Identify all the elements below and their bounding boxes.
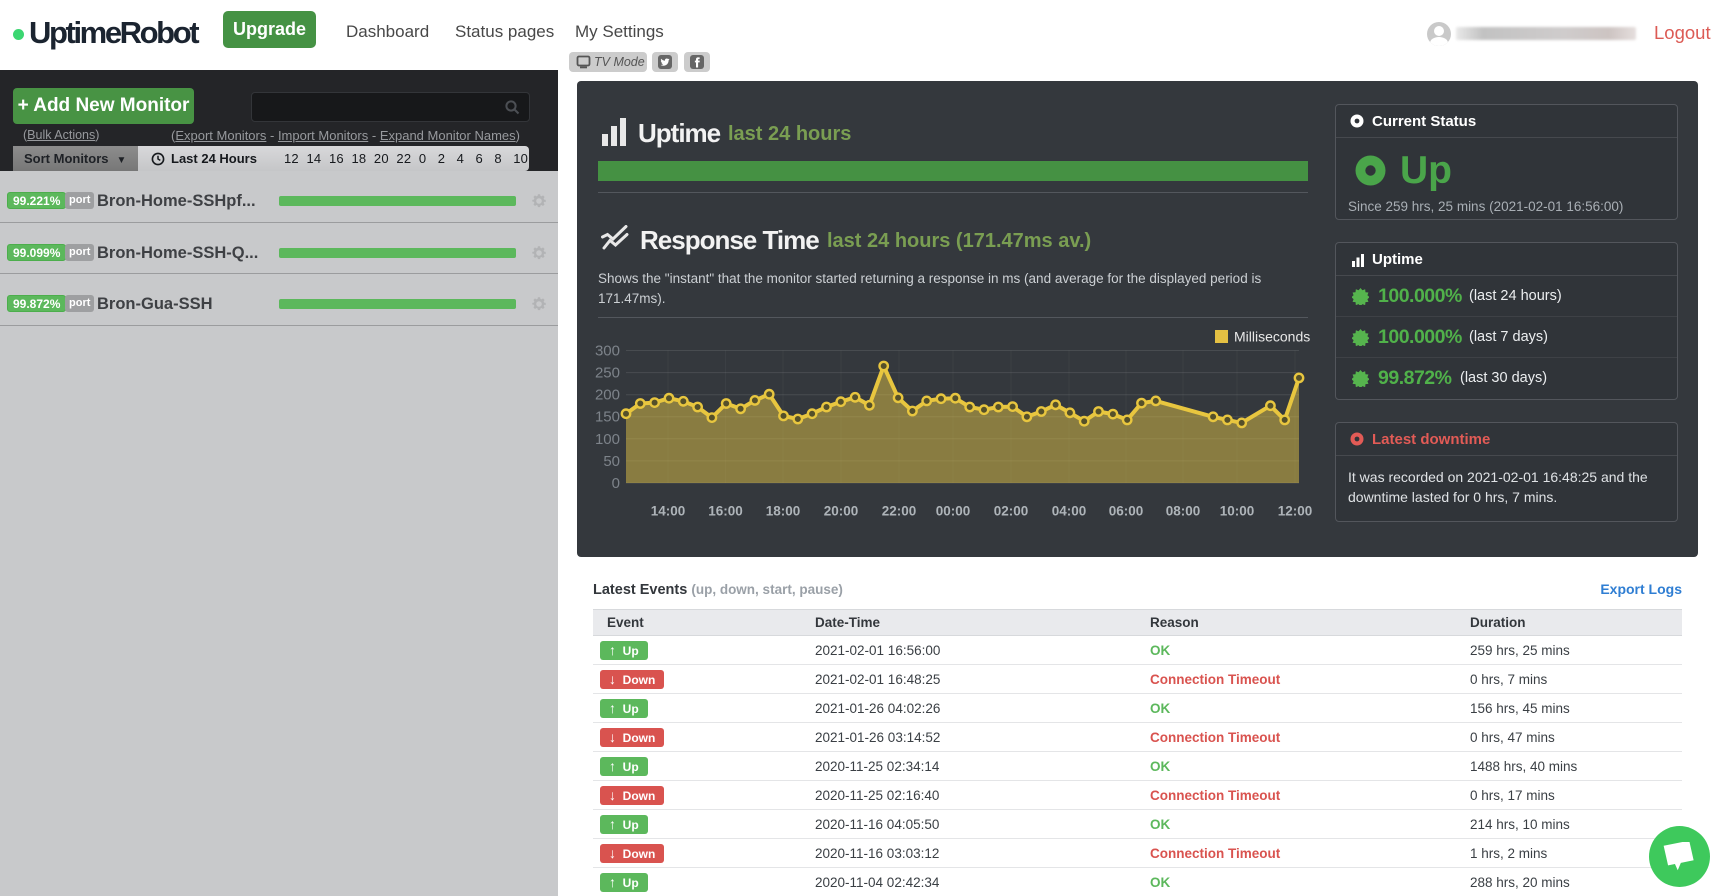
- svg-text:50: 50: [603, 453, 620, 470]
- svg-text:200: 200: [595, 387, 620, 404]
- svg-text:250: 250: [595, 365, 620, 382]
- svg-text:10:00: 10:00: [1220, 504, 1255, 519]
- svg-text:18:00: 18:00: [766, 504, 801, 519]
- svg-text:Milliseconds: Milliseconds: [1234, 329, 1310, 345]
- svg-text:100: 100: [595, 431, 620, 448]
- svg-text:22:00: 22:00: [882, 504, 917, 519]
- svg-text:06:00: 06:00: [1109, 504, 1144, 519]
- svg-text:12:00: 12:00: [1278, 504, 1313, 519]
- svg-text:20:00: 20:00: [824, 504, 859, 519]
- svg-text:08:00: 08:00: [1166, 504, 1201, 519]
- svg-text:00:00: 00:00: [936, 504, 971, 519]
- svg-text:02:00: 02:00: [994, 504, 1029, 519]
- svg-text:0: 0: [612, 475, 620, 492]
- svg-text:14:00: 14:00: [651, 504, 686, 519]
- svg-text:300: 300: [595, 343, 620, 360]
- svg-text:150: 150: [595, 409, 620, 426]
- svg-text:16:00: 16:00: [708, 504, 743, 519]
- svg-text:04:00: 04:00: [1052, 504, 1087, 519]
